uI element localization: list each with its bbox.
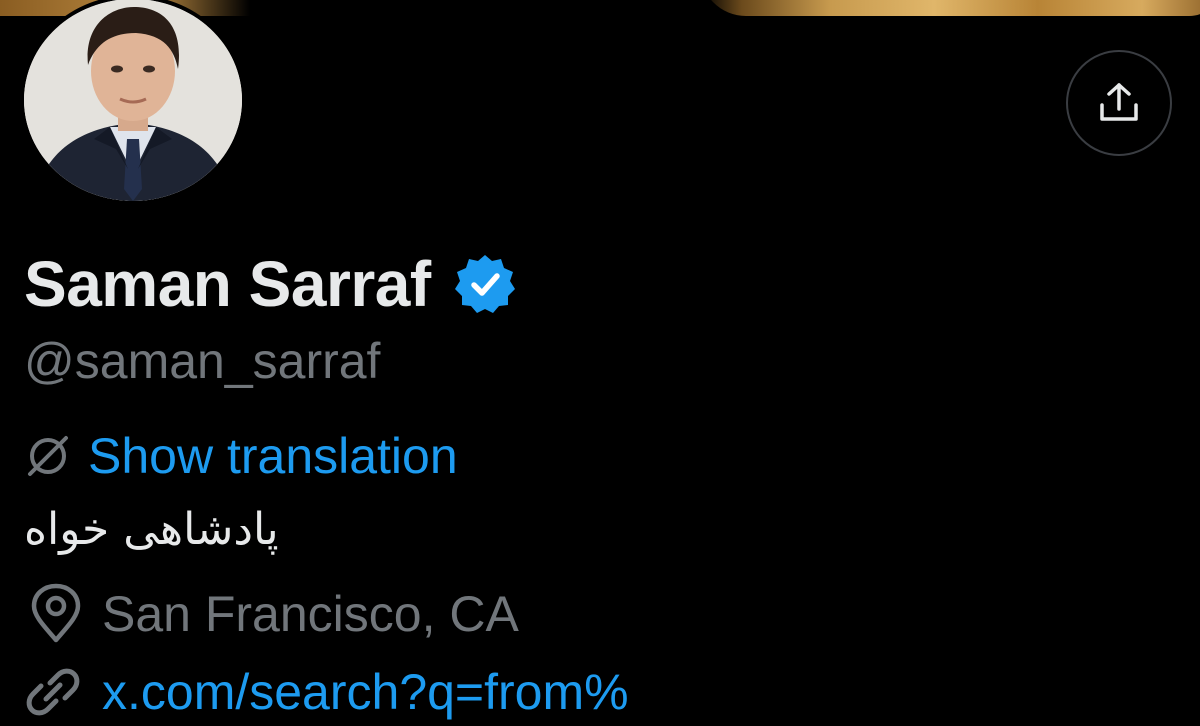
show-translation-link[interactable]: Show translation — [88, 427, 458, 485]
banner-image-right — [700, 0, 1200, 16]
name-row: Saman Sarraf — [24, 244, 517, 324]
website-row[interactable]: x.com/search?q=from% — [24, 660, 629, 724]
link-icon — [24, 663, 82, 721]
avatar[interactable] — [24, 0, 242, 201]
username-handle: @saman_sarraf — [24, 333, 381, 389]
website-link[interactable]: x.com/search?q=from% — [102, 663, 629, 721]
location-pin-icon — [24, 582, 88, 646]
location-text: San Francisco, CA — [102, 586, 519, 642]
verified-badge-icon[interactable] — [453, 252, 517, 316]
share-upload-icon — [1100, 83, 1138, 121]
avatar-photo — [24, 0, 242, 201]
profile-bio: پادشاهی خواه — [24, 504, 279, 555]
translate-globe-icon — [24, 432, 72, 480]
share-button[interactable] — [1066, 50, 1172, 156]
location-row: San Francisco, CA — [24, 580, 519, 648]
translate-row[interactable]: Show translation — [24, 424, 458, 488]
display-name: Saman Sarraf — [24, 248, 431, 320]
